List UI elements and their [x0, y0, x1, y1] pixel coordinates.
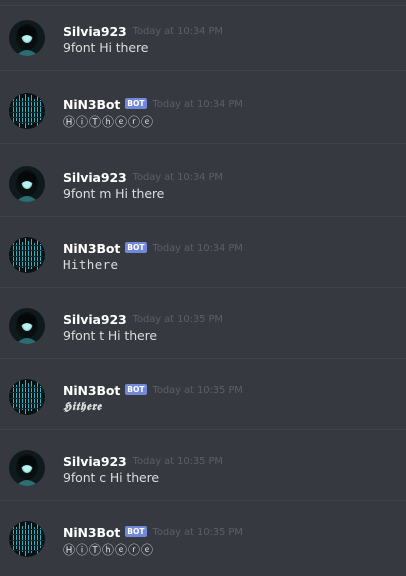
message-item[interactable]: NiN3Bot BOT Today at 10:35 PM 𝕳𝖎𝖙𝖍𝖊𝖗𝖊	[0, 359, 406, 430]
bot-tag: BOT	[125, 525, 147, 537]
username[interactable]: Silvia923	[63, 24, 127, 39]
message-item[interactable]: NiN3Bot BOT Today at 10:34 PM ⒽⓘⓉⓗⓔⓡⓔ	[0, 73, 406, 144]
timestamp: Today at 10:34 PM	[152, 98, 243, 110]
message-item[interactable]: Silvia923 Today at 10:34 PM 9font m Hi t…	[0, 146, 406, 217]
message-item[interactable]: NiN3Bot BOT Today at 10:34 PM 𝙷𝚒𝚝𝚑𝚎𝚛𝚎	[0, 217, 406, 288]
message-content: 𝕳𝖎𝖙𝖍𝖊𝖗𝖊	[63, 399, 102, 413]
matrix-avatar-icon[interactable]	[9, 379, 45, 415]
message-header: NiN3Bot BOT Today at 10:34 PM	[63, 95, 243, 113]
message-header: NiN3Bot BOT Today at 10:35 PM	[63, 523, 243, 541]
message-feed: Silvia923 Today at 10:34 PM 9font Hi the…	[0, 0, 406, 576]
message-divider	[0, 143, 406, 144]
message-item[interactable]: NiN3Bot BOT Today at 10:35 PM ⒽⓘⓉⓗⓔⓡⓔ	[0, 501, 406, 572]
timestamp: Today at 10:35 PM	[152, 526, 243, 538]
timestamp: Today at 10:35 PM	[152, 384, 243, 396]
timestamp: Today at 10:35 PM	[132, 455, 223, 467]
girl-avatar-icon[interactable]	[9, 166, 45, 202]
matrix-avatar-icon[interactable]	[9, 521, 45, 557]
username[interactable]: NiN3Bot	[63, 525, 120, 540]
message-content: 𝙷𝚒𝚝𝚑𝚎𝚛𝚎	[63, 257, 119, 272]
message-content: 9font c Hi there	[63, 470, 159, 485]
timestamp: Today at 10:35 PM	[132, 313, 223, 325]
message-header: Silvia923 Today at 10:34 PM	[63, 168, 223, 186]
message-content: 9font t Hi there	[63, 328, 157, 343]
message-item[interactable]: Silvia923 Today at 10:35 PM 9font t Hi t…	[0, 288, 406, 359]
username[interactable]: NiN3Bot	[63, 383, 120, 398]
matrix-avatar-icon[interactable]	[9, 237, 45, 273]
girl-avatar-icon[interactable]	[9, 308, 45, 344]
timestamp: Today at 10:34 PM	[152, 242, 243, 254]
message-header: Silvia923 Today at 10:34 PM	[63, 22, 223, 40]
message-item[interactable]: Silvia923 Today at 10:34 PM 9font Hi the…	[0, 0, 406, 71]
girl-avatar-icon[interactable]	[9, 450, 45, 486]
bot-tag: BOT	[125, 241, 147, 253]
message-content: 9font Hi there	[63, 40, 149, 55]
username[interactable]: Silvia923	[63, 170, 127, 185]
message-header: NiN3Bot BOT Today at 10:34 PM	[63, 239, 243, 257]
message-header: Silvia923 Today at 10:35 PM	[63, 310, 223, 328]
timestamp: Today at 10:34 PM	[132, 171, 223, 183]
girl-avatar-icon[interactable]	[9, 20, 45, 56]
message-item[interactable]: Silvia923 Today at 10:35 PM 9font c Hi t…	[0, 430, 406, 501]
message-header: Silvia923 Today at 10:35 PM	[63, 452, 223, 470]
bot-tag: BOT	[125, 97, 147, 109]
timestamp: Today at 10:34 PM	[132, 25, 223, 37]
username[interactable]: Silvia923	[63, 454, 127, 469]
username[interactable]: NiN3Bot	[63, 97, 120, 112]
username[interactable]: NiN3Bot	[63, 241, 120, 256]
message-content: 9font m Hi there	[63, 186, 165, 201]
message-content: ⒽⓘⓉⓗⓔⓡⓔ	[63, 543, 155, 557]
message-header: NiN3Bot BOT Today at 10:35 PM	[63, 381, 243, 399]
message-divider	[0, 70, 406, 71]
message-content: ⒽⓘⓉⓗⓔⓡⓔ	[63, 115, 155, 129]
bot-tag: BOT	[125, 383, 147, 395]
username[interactable]: Silvia923	[63, 312, 127, 327]
matrix-avatar-icon[interactable]	[9, 93, 45, 129]
